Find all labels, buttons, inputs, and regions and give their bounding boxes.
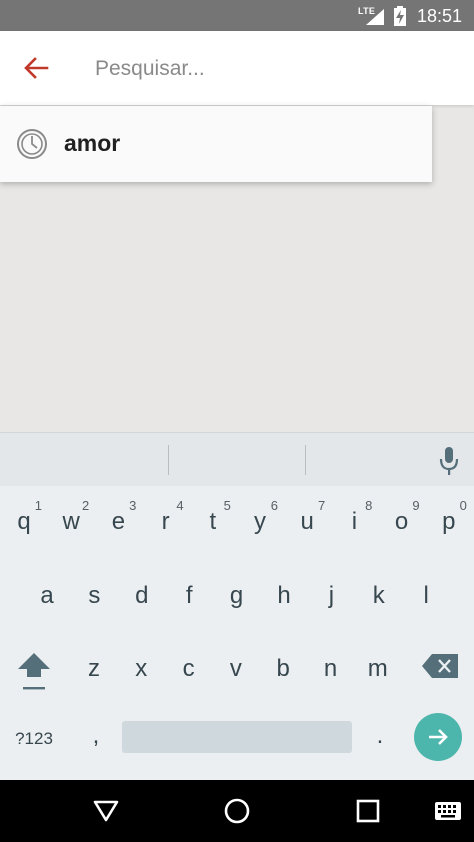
- key-hint: 1: [34, 498, 42, 513]
- key[interactable]: m: [356, 637, 400, 697]
- key[interactable]: e3: [96, 490, 140, 550]
- key[interactable]: j: [309, 564, 353, 624]
- keyboard-switch-button[interactable]: [430, 794, 466, 828]
- backspace-icon: [422, 654, 458, 678]
- go-button[interactable]: [414, 713, 462, 761]
- key-label: m: [367, 655, 388, 682]
- nav-back-button[interactable]: [88, 794, 124, 828]
- key[interactable]: k: [357, 564, 401, 624]
- nav-back-icon: [93, 800, 119, 822]
- key[interactable]: q1: [2, 490, 46, 550]
- space-key[interactable]: [122, 721, 352, 753]
- shift-icon: [18, 653, 50, 690]
- key-hint: 8: [365, 498, 373, 513]
- recents-icon: [356, 799, 380, 823]
- key[interactable]: u7: [285, 490, 329, 550]
- suggestion-item[interactable]: amor: [0, 106, 432, 182]
- search-input[interactable]: [95, 51, 455, 87]
- key-label: f: [185, 582, 193, 609]
- history-icon: [17, 129, 47, 159]
- key-label: l: [423, 582, 429, 609]
- key-label: k: [372, 582, 385, 609]
- shift-key[interactable]: [12, 649, 56, 693]
- key[interactable]: l: [404, 564, 448, 624]
- key[interactable]: i8: [332, 490, 376, 550]
- key-label: g: [229, 582, 244, 609]
- key-label: b: [276, 655, 290, 682]
- key[interactable]: n: [309, 637, 353, 697]
- key[interactable]: c: [167, 637, 211, 697]
- battery-charging-icon: [394, 6, 406, 26]
- clock: 18:51: [417, 6, 463, 26]
- key-label: x: [135, 655, 148, 682]
- key-hint: 4: [176, 498, 184, 513]
- comma-key[interactable]: ,: [78, 722, 114, 762]
- key[interactable]: x: [119, 637, 163, 697]
- nav-home-button[interactable]: [219, 794, 255, 828]
- key-label: s: [88, 582, 101, 609]
- back-arrow-icon: [24, 57, 49, 79]
- backspace-key[interactable]: [420, 650, 462, 682]
- key[interactable]: v: [214, 637, 258, 697]
- key[interactable]: a: [25, 564, 69, 624]
- nav-recents-button[interactable]: [350, 794, 386, 828]
- mic-icon[interactable]: [434, 445, 464, 477]
- key[interactable]: b: [261, 637, 305, 697]
- key[interactable]: h: [262, 564, 306, 624]
- key-hint: 5: [223, 498, 231, 513]
- key-label: c: [182, 655, 195, 682]
- strip-divider: [168, 445, 169, 475]
- key-hint: 6: [270, 498, 278, 513]
- key-label: d: [135, 582, 149, 609]
- key-label: a: [40, 582, 54, 609]
- key[interactable]: f: [167, 564, 211, 624]
- key-hint: 9: [412, 498, 420, 513]
- suggestions-dropdown: amor: [0, 106, 432, 182]
- search-bar: [0, 31, 474, 105]
- key[interactable]: d: [120, 564, 164, 624]
- key-label: h: [277, 582, 291, 609]
- strip-divider: [305, 445, 306, 475]
- key-label: j: [328, 582, 335, 609]
- key-hint: 7: [317, 498, 326, 513]
- arrow-right-icon: [429, 729, 448, 745]
- key[interactable]: r4: [144, 490, 188, 550]
- key[interactable]: t5: [191, 490, 235, 550]
- key[interactable]: g: [215, 564, 259, 624]
- signal-icon: [366, 9, 384, 25]
- status-bar: LTE 18:51: [0, 0, 474, 31]
- period-key[interactable]: .: [362, 722, 398, 762]
- key-label: v: [229, 655, 242, 682]
- key[interactable]: p0: [427, 490, 471, 550]
- key-label: z: [88, 655, 100, 682]
- back-button[interactable]: [16, 51, 56, 85]
- key-hint: 0: [459, 498, 467, 513]
- key-hint: 3: [129, 498, 137, 513]
- key[interactable]: y6: [238, 490, 282, 550]
- navigation-bar: [0, 780, 474, 842]
- key-label: n: [323, 655, 338, 682]
- suggestion-text: amor: [64, 130, 121, 156]
- symbols-key[interactable]: ?123: [4, 722, 64, 756]
- key[interactable]: o9: [380, 490, 424, 550]
- key-hint: 2: [81, 498, 90, 513]
- keyboard-icon: [435, 802, 461, 820]
- key[interactable]: z: [72, 637, 116, 697]
- key[interactable]: s: [72, 564, 116, 624]
- keyboard-suggestion-strip: [0, 432, 474, 486]
- key[interactable]: w2: [49, 490, 93, 550]
- home-icon: [224, 798, 250, 824]
